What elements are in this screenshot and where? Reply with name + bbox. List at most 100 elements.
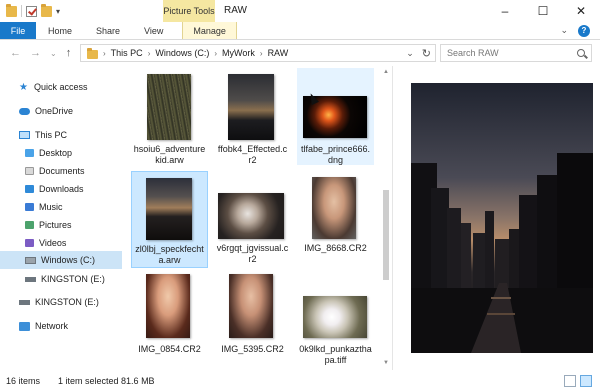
scroll-down-icon[interactable]: ▼: [383, 360, 389, 366]
new-folder-icon[interactable]: [41, 3, 52, 17]
tab-share[interactable]: Share: [84, 22, 132, 39]
sidebar-item-desktop[interactable]: Desktop: [0, 144, 122, 162]
customize-toolbar-dropdown[interactable]: ▾: [56, 7, 60, 16]
up-button[interactable]: ↑: [66, 47, 72, 59]
sidebar-item-kingston-e-root[interactable]: KINGSTON (E:): [0, 293, 122, 311]
sidebar-item-label: Downloads: [39, 184, 84, 194]
sidebar-item-label: This PC: [35, 130, 68, 140]
file-name: tlfabe_prince666. dng: [300, 144, 371, 165]
window-controls: – ☐ ✕: [486, 0, 600, 22]
file-tile[interactable]: zl0lbj_speckfecht a.arw: [131, 171, 208, 268]
file-tile[interactable]: v6rgqt_jgvissual.c r2: [214, 171, 291, 268]
file-tile[interactable]: ffobk4_Effected.c r2: [214, 68, 291, 165]
file-tile[interactable]: hsoiu6_adventure kid.arw: [131, 68, 208, 165]
breadcrumb-raw[interactable]: RAW: [268, 48, 289, 58]
thumbnail: [147, 74, 191, 140]
file-name: ffobk4_Effected.c r2: [217, 144, 288, 165]
preview-image: [411, 83, 593, 353]
close-button[interactable]: ✕: [562, 0, 600, 22]
file-tile[interactable]: IMG_8668.CR2: [297, 171, 374, 268]
sidebar-item-pictures[interactable]: Pictures: [0, 216, 122, 234]
back-button[interactable]: ←: [10, 47, 21, 59]
sidebar-item-documents[interactable]: Documents: [0, 162, 122, 180]
sidebar-item-this-pc[interactable]: This PC: [0, 126, 122, 144]
breadcrumb-separator: ›: [103, 48, 106, 58]
tab-manage[interactable]: Manage: [182, 22, 237, 39]
sidebar-item-label: KINGSTON (E:): [35, 297, 99, 307]
quick-access-toolbar: ▾: [0, 0, 60, 22]
item-count: 16 items: [6, 376, 41, 386]
scroll-up-icon[interactable]: ▲: [383, 69, 389, 75]
music-icon: [25, 203, 34, 211]
search-input[interactable]: [447, 48, 567, 58]
sidebar-item-quick-access[interactable]: ★ Quick access: [0, 78, 122, 96]
thumbnail: [146, 178, 192, 240]
sidebar-item-label: KINGSTON (E:): [41, 274, 105, 284]
breadcrumb-mywork[interactable]: MyWork: [222, 48, 255, 58]
file-name: 0k9lkd_punkaztha pa.tiff: [299, 344, 372, 365]
properties-icon[interactable]: [26, 5, 37, 17]
separator: [21, 5, 22, 17]
cloud-icon: [19, 107, 30, 115]
sidebar-item-network[interactable]: Network: [0, 317, 122, 335]
drive-icon: [25, 256, 36, 264]
forward-button[interactable]: →: [30, 47, 41, 59]
star-icon: ★: [19, 81, 28, 93]
breadcrumb-this-pc[interactable]: This PC: [111, 48, 143, 58]
breadcrumb-separator[interactable]: ›: [148, 49, 151, 58]
thumbnail: [229, 274, 273, 338]
title-bar: ▾ Picture Tools RAW – ☐ ✕: [0, 0, 600, 22]
address-row: ← → ⌄ ↑ › This PC › Windows (C:) › MyWor…: [0, 40, 600, 66]
maximize-button[interactable]: ☐: [524, 0, 562, 22]
city-dusk-image: [411, 83, 593, 353]
file-name: hsoiu6_adventure kid.arw: [133, 144, 206, 165]
sidebar-item-label: Music: [39, 202, 63, 212]
breadcrumb-separator[interactable]: ›: [260, 49, 263, 58]
sidebar-item-label: Documents: [39, 166, 85, 176]
navigation-buttons: ← → ⌄ ↑: [0, 47, 80, 59]
preview-pane: [392, 66, 600, 370]
sidebar-item-kingston-e[interactable]: KINGSTON (E:): [0, 270, 122, 288]
help-icon[interactable]: ?: [578, 24, 590, 37]
file-tile[interactable]: tlfabe_prince666. dng: [297, 68, 374, 165]
large-icons-view-button[interactable]: [580, 375, 592, 387]
search-box[interactable]: [440, 44, 592, 62]
usb-drive-icon: [19, 299, 30, 305]
breadcrumb-windows-c[interactable]: Windows (C:): [155, 48, 209, 58]
sidebar-item-label: Videos: [39, 238, 67, 248]
tab-home[interactable]: Home: [36, 22, 84, 39]
sidebar-item-videos[interactable]: Videos: [0, 234, 122, 252]
picture-tools-group: Picture Tools: [163, 0, 215, 22]
videos-icon: [25, 239, 34, 247]
sidebar-item-label: Desktop: [39, 148, 73, 158]
breadcrumb-separator[interactable]: ›: [214, 49, 217, 58]
tab-view[interactable]: View: [132, 22, 175, 39]
sidebar-item-music[interactable]: Music: [0, 198, 122, 216]
tab-file[interactable]: File: [0, 22, 36, 39]
sidebar-item-label: Windows (C:): [41, 255, 96, 265]
file-tile[interactable]: IMG_0854.CR2: [131, 272, 208, 369]
pictures-icon: [25, 221, 34, 229]
sidebar-item-windows-c[interactable]: Windows (C:): [0, 251, 122, 269]
documents-icon: [25, 167, 34, 175]
desktop-icon: [25, 149, 34, 157]
recent-locations-button[interactable]: ⌄: [50, 49, 57, 58]
thumbnail: [228, 74, 274, 140]
vertical-scrollbar[interactable]: ▲ ▼: [382, 66, 390, 370]
search-icon[interactable]: [577, 49, 585, 57]
file-tile[interactable]: IMG_5395.CR2: [214, 272, 291, 369]
refresh-icon[interactable]: ↻: [422, 47, 431, 60]
details-view-button[interactable]: [564, 375, 576, 387]
sidebar-item-downloads[interactable]: Downloads: [0, 180, 122, 198]
status-bar: 16 items 1 item selected 81.6 MB: [0, 370, 600, 392]
address-dropdown-icon[interactable]: ⌄: [406, 48, 414, 59]
expand-ribbon-icon[interactable]: ⌄: [560, 25, 568, 36]
sidebar-item-onedrive[interactable]: OneDrive: [0, 102, 122, 120]
file-name: IMG_0854.CR2: [138, 344, 201, 354]
minimize-button[interactable]: –: [486, 0, 524, 22]
scrollbar-thumb[interactable]: [383, 190, 389, 280]
thumbnail: [303, 296, 367, 338]
file-tile[interactable]: 0k9lkd_punkaztha pa.tiff: [297, 272, 374, 369]
address-bar[interactable]: › This PC › Windows (C:) › MyWork › RAW …: [80, 44, 436, 62]
sidebar-item-label: Network: [35, 321, 69, 331]
